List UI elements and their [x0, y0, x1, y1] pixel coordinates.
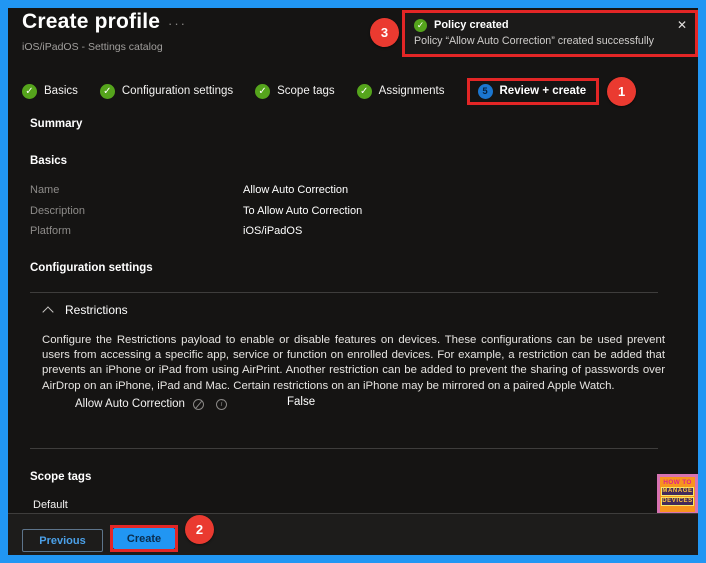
- setting-label: Allow Auto Correction: [75, 398, 185, 410]
- annotation-badge-3: 3: [370, 18, 399, 47]
- create-button[interactable]: Create: [113, 528, 175, 549]
- wizard-steps: ✓ Basics ✓ Configuration settings ✓ Scop…: [22, 76, 637, 106]
- row-value: Allow Auto Correction: [243, 184, 349, 196]
- tab-basics[interactable]: ✓ Basics: [22, 83, 78, 99]
- tab-review-create[interactable]: 5 Review + create: [466, 77, 600, 105]
- tab-assignments-label: Assignments: [378, 85, 445, 97]
- tab-assignments[interactable]: ✓ Assignments: [356, 83, 445, 99]
- restrictions-description: Configure the Restrictions payload to en…: [42, 334, 665, 392]
- row-value: To Allow Auto Correction: [243, 204, 363, 217]
- tab-scope-tags-label: Scope tags: [277, 85, 335, 97]
- row-label: Description: [30, 204, 86, 217]
- page-title: Create profile: [22, 10, 161, 33]
- notification-message: Policy “Allow Auto Correction” created s…: [414, 35, 654, 47]
- summary-heading: Summary: [30, 118, 83, 130]
- table-row: Platform iOS/iPadOS: [30, 225, 362, 246]
- row-label: Platform: [30, 225, 71, 238]
- more-menu-icon[interactable]: ···: [168, 16, 187, 31]
- step-number-icon: 5: [477, 83, 493, 99]
- notification-title: Policy created: [434, 19, 509, 31]
- htmd-logo: HOW TO MANAGE DEVICES: [657, 474, 698, 515]
- restrictions-section-header[interactable]: Restrictions: [42, 303, 128, 318]
- configuration-settings-heading: Configuration settings: [30, 262, 153, 274]
- previous-button[interactable]: Previous: [22, 529, 103, 552]
- annotation-box-create: Create: [110, 525, 178, 552]
- tab-configuration-settings[interactable]: ✓ Configuration settings: [99, 83, 234, 99]
- step-complete-icon: ✓: [255, 83, 271, 99]
- annotation-badge-1: 1: [607, 76, 637, 106]
- basics-heading: Basics: [30, 155, 68, 167]
- logo-text-devices: DEVICES: [661, 497, 694, 506]
- setting-row: Allow Auto Correction i False: [30, 396, 658, 414]
- annotation-badge-2: 2: [185, 515, 214, 544]
- footer-bar: Previous Create 2: [8, 513, 698, 555]
- scope-tag-value: Default: [33, 499, 68, 511]
- basics-rows: Name Allow Auto Correction Description To …: [30, 184, 362, 246]
- notification-toast: ✓ Policy created ✕ Policy “Allow Auto Co…: [402, 10, 698, 57]
- step-complete-icon: ✓: [356, 83, 372, 99]
- page-subtitle: iOS/iPadOS - Settings catalog: [22, 41, 163, 53]
- table-row: Name Allow Auto Correction: [30, 184, 362, 205]
- setting-value: False: [287, 396, 316, 408]
- divider: [30, 448, 658, 449]
- tab-scope-tags[interactable]: ✓ Scope tags: [255, 83, 335, 99]
- row-value: iOS/iPadOS: [243, 225, 303, 238]
- chevron-up-icon: [42, 305, 54, 318]
- info-icon[interactable]: i: [216, 399, 227, 410]
- row-label: Name: [30, 184, 60, 196]
- create-profile-panel: Create profile ··· iOS/iPadOS - Settings…: [8, 8, 698, 555]
- scope-tags-heading: Scope tags: [30, 471, 92, 483]
- close-icon[interactable]: ✕: [677, 18, 687, 32]
- step-complete-icon: ✓: [99, 83, 115, 99]
- scope-icon: [193, 399, 204, 410]
- logo-text-how-to: HOW TO: [663, 479, 692, 486]
- success-check-icon: ✓: [414, 18, 427, 32]
- restrictions-label: Restrictions: [65, 303, 128, 317]
- table-row: Description To Allow Auto Correction: [30, 205, 362, 226]
- logo-text-manage: MANAGE: [661, 487, 694, 496]
- step-complete-icon: ✓: [22, 83, 37, 99]
- tab-configuration-settings-label: Configuration settings: [121, 85, 234, 97]
- tab-review-create-label: Review + create: [499, 85, 587, 97]
- tab-basics-label: Basics: [44, 85, 78, 97]
- divider: [30, 292, 658, 293]
